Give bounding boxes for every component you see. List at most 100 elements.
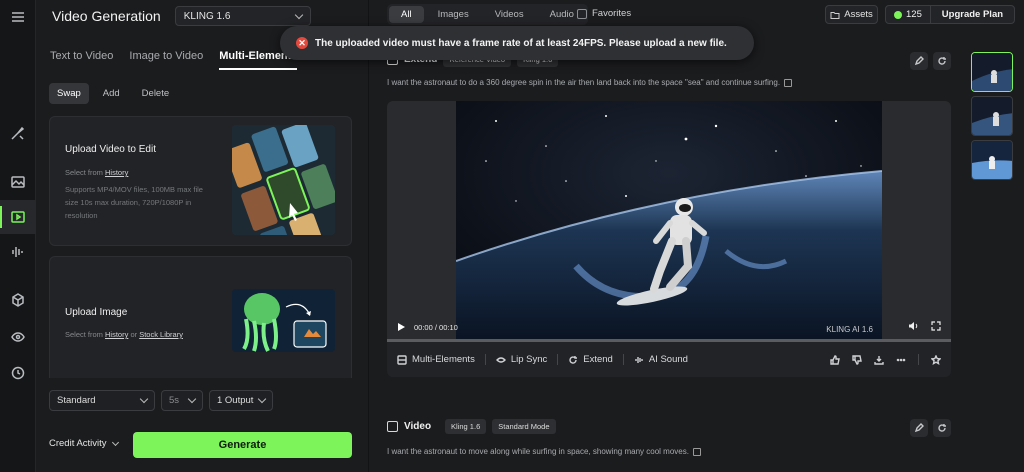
lip-sync-label: Lip Sync [510, 354, 548, 365]
extend-label: Extend [583, 354, 613, 365]
regenerate-button[interactable] [933, 52, 951, 70]
model-select[interactable]: KLING 1.6 [174, 6, 311, 26]
select-prefix: Select from [65, 330, 106, 339]
regenerate-button[interactable] [933, 419, 951, 437]
credit-icon [894, 10, 902, 19]
duration-select[interactable]: 5s [161, 390, 203, 411]
upload-video-card[interactable]: Upload Video to Edit Select from History… [49, 116, 352, 246]
results-panel: All Images Videos Audio Favorites Assets… [369, 0, 1024, 472]
credits-balance[interactable]: 125 [886, 6, 931, 23]
edit-button[interactable] [910, 52, 928, 70]
plan-bar: 125 Upgrade Plan [885, 5, 1015, 24]
extend-icon [569, 355, 578, 364]
subtab-swap[interactable]: Swap [49, 83, 89, 104]
divider [918, 354, 919, 365]
assets-button[interactable]: Assets [825, 5, 878, 24]
extend-button[interactable]: Extend [568, 354, 613, 365]
rail-history-icon[interactable] [0, 356, 36, 390]
thumbs-up-icon[interactable] [830, 354, 840, 365]
history-link[interactable]: History [105, 168, 128, 177]
video-section-title: Video [404, 421, 432, 432]
outputs-select[interactable]: 1 Output [209, 390, 273, 411]
tab-text-to-video[interactable]: Text to Video [50, 50, 113, 70]
more-icon[interactable] [896, 355, 906, 365]
pencil-icon [914, 56, 924, 66]
rail-image-icon[interactable] [0, 165, 36, 199]
rail-cube-icon[interactable] [0, 283, 36, 317]
divider [557, 354, 559, 365]
chevron-down-icon [139, 394, 149, 404]
mode-select[interactable]: Standard [49, 390, 155, 411]
history-thumbnail[interactable] [971, 96, 1013, 136]
refresh-icon [938, 57, 946, 65]
thumbs-down-icon[interactable] [852, 354, 862, 365]
favorites-checkbox[interactable] [577, 8, 587, 19]
rail-video-icon[interactable] [0, 200, 36, 234]
tab-image-to-video[interactable]: Image to Video [129, 50, 203, 70]
multi-elements-label: Multi-Elements [412, 354, 475, 365]
lip-sync-button[interactable]: Lip Sync [495, 354, 548, 365]
history-link[interactable]: History [105, 330, 128, 339]
upload-image-card[interactable]: Upload Image Select from History or Stoc… [49, 256, 352, 378]
divider [484, 354, 486, 365]
credits-value: 125 [906, 9, 922, 20]
play-icon[interactable] [397, 322, 406, 332]
layers-icon [397, 354, 407, 365]
ai-sound-button[interactable]: AI Sound [634, 354, 688, 365]
volume-icon[interactable] [908, 321, 919, 331]
history-thumbnail[interactable] [971, 52, 1013, 92]
download-icon[interactable] [874, 355, 884, 365]
credit-activity-button[interactable]: Credit Activity [49, 438, 119, 449]
duration-select-value: 5s [169, 395, 180, 406]
rail-brush-icon[interactable] [0, 116, 36, 150]
watermark: KLING AI 1.6 [826, 325, 873, 334]
video-section-header: Video Kling 1.6 Standard Mode [387, 419, 556, 434]
chevron-down-icon [257, 394, 267, 404]
generate-button[interactable]: Generate [133, 432, 352, 458]
history-thumbnail[interactable] [971, 140, 1013, 180]
x-circle-icon: ✕ [296, 37, 308, 49]
divider [622, 354, 624, 365]
error-message: The uploaded video must have a frame rat… [315, 37, 727, 49]
generation-options: Standard 5s 1 Output [49, 390, 273, 411]
subtab-delete[interactable]: Delete [134, 83, 177, 104]
extend-prompt: I want the astronaut to do a 360 degree … [387, 78, 793, 87]
upload-video-illustration [232, 125, 335, 235]
playback-time: 00:00 / 00:10 [414, 322, 458, 332]
chevron-down-icon [187, 394, 197, 404]
video-section-icon [387, 421, 398, 432]
filter-videos[interactable]: Videos [483, 6, 536, 23]
mode-select-value: Standard [57, 395, 96, 406]
rail-audio-icon[interactable] [0, 235, 36, 269]
star-icon[interactable] [931, 354, 941, 365]
filter-images[interactable]: Images [426, 6, 481, 23]
history-thumbnails [971, 52, 1013, 184]
assets-label: Assets [844, 9, 873, 20]
filter-all[interactable]: All [389, 6, 424, 23]
edit-button[interactable] [910, 419, 928, 437]
mode-badge: Standard Mode [492, 419, 556, 434]
nav-rail [0, 0, 36, 472]
copy-icon[interactable] [692, 447, 701, 456]
edit-subtabs: Swap Add Delete [49, 83, 177, 104]
or-text: or [128, 330, 140, 339]
video-prompt: I want the astronaut to move along while… [387, 447, 701, 456]
multi-elements-button[interactable]: Multi-Elements [397, 354, 475, 365]
copy-icon[interactable] [784, 78, 793, 87]
chevron-down-icon [111, 438, 119, 446]
subtab-add[interactable]: Add [95, 83, 128, 104]
video-player[interactable]: 00:00 / 00:10 KLING AI 1.6 [387, 101, 951, 341]
refresh-icon [938, 424, 946, 432]
stock-library-link[interactable]: Stock Library [139, 330, 183, 339]
favorites-toggle[interactable]: Favorites [577, 8, 631, 19]
ai-sound-label: AI Sound [648, 354, 688, 365]
upload-image-title: Upload Image [65, 307, 128, 318]
upload-video-title: Upload Video to Edit [65, 144, 156, 155]
menu-icon[interactable] [0, 0, 36, 34]
fullscreen-icon[interactable] [931, 321, 941, 331]
model-select-value: KLING 1.6 [183, 10, 231, 22]
upload-video-description: Supports MP4/MOV files, 100MB max file s… [65, 185, 203, 220]
rail-eye-icon[interactable] [0, 320, 36, 354]
upgrade-plan-button[interactable]: Upgrade Plan [931, 9, 1014, 20]
media-filter: All Images Videos Audio [387, 4, 588, 25]
